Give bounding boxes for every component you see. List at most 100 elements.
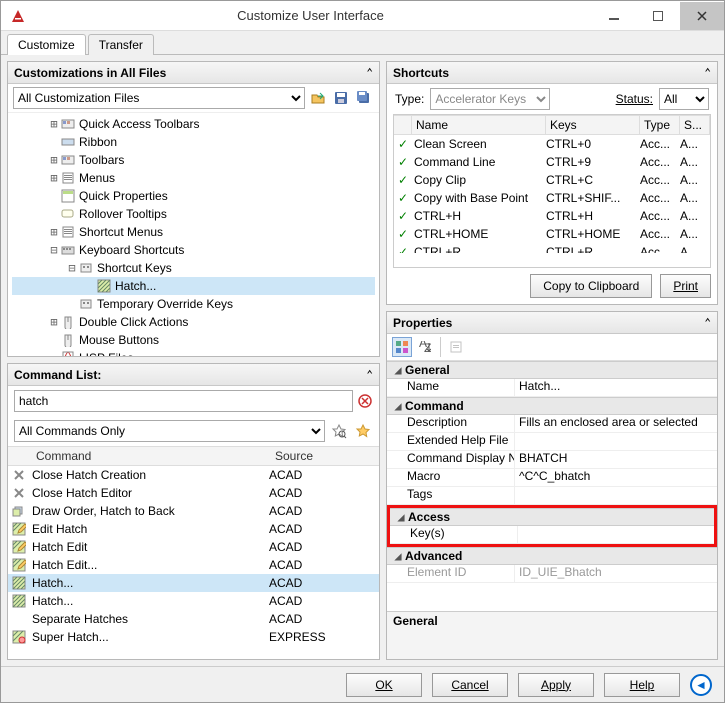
command-row[interactable]: Separate HatchesACAD: [8, 610, 379, 628]
collapse-icon[interactable]: ◢: [391, 549, 405, 563]
minimize-button[interactable]: [592, 2, 636, 30]
expand-icon[interactable]: ⊞: [48, 225, 60, 239]
expand-icon[interactable]: ⊞: [48, 117, 60, 131]
property-grid[interactable]: ◢GeneralNameHatch...◢CommandDescriptionF…: [387, 361, 717, 611]
collapse-icon[interactable]: ⌃: [366, 66, 373, 79]
tree-item[interactable]: ⊞Shortcut Menus: [12, 223, 375, 241]
header-source[interactable]: Source: [269, 449, 379, 463]
property-row[interactable]: NameHatch...: [387, 379, 717, 397]
property-value[interactable]: Hatch...: [515, 379, 717, 396]
status-combo[interactable]: All: [659, 88, 709, 110]
collapse-icon[interactable]: ◢: [394, 510, 408, 524]
tree-item[interactable]: Mouse Buttons: [12, 331, 375, 349]
collapse-icon[interactable]: ⌃: [704, 66, 711, 79]
property-row[interactable]: Extended Help File: [387, 433, 717, 451]
expand-icon[interactable]: ⊞: [48, 171, 60, 185]
context-help-icon[interactable]: ◄: [690, 674, 712, 696]
tree-item[interactable]: Hatch...: [12, 277, 375, 295]
expand-icon[interactable]: ⊟: [66, 261, 78, 275]
property-row[interactable]: Element IDID_UIE_Bhatch: [387, 565, 717, 583]
property-value[interactable]: [518, 526, 714, 543]
command-search-input[interactable]: [14, 390, 353, 412]
tree-item[interactable]: ⊞Menus: [12, 169, 375, 187]
command-row[interactable]: Hatch EditACAD: [8, 538, 379, 556]
header-type[interactable]: Type: [640, 116, 680, 134]
tree-item[interactable]: ⊞Quick Access Toolbars: [12, 115, 375, 133]
shortcut-row[interactable]: ✓Copy ClipCTRL+CAcc...A...: [394, 171, 710, 189]
command-row[interactable]: Super Hatch...EXPRESS: [8, 628, 379, 646]
shortcut-row[interactable]: ✓Copy with Base PointCTRL+SHIF...Acc...A…: [394, 189, 710, 207]
cancel-button[interactable]: Cancel: [432, 673, 508, 697]
apply-button[interactable]: Apply: [518, 673, 594, 697]
shortcuts-list[interactable]: ✓Clean ScreenCTRL+0Acc...A...✓Command Li…: [394, 135, 710, 253]
save-icon[interactable]: [331, 88, 351, 108]
property-row[interactable]: Tags: [387, 487, 717, 505]
collapse-icon[interactable]: ⌃: [366, 368, 373, 381]
tree-item[interactable]: ⊞Double Click Actions: [12, 313, 375, 331]
expand-icon[interactable]: ⊞: [48, 153, 60, 167]
expand-icon[interactable]: ⊞: [48, 315, 60, 329]
new-command-icon[interactable]: [353, 421, 373, 441]
header-keys[interactable]: Keys: [546, 116, 640, 134]
command-row[interactable]: Draw Order, Hatch to BackACAD: [8, 502, 379, 520]
save-all-icon[interactable]: [354, 88, 374, 108]
property-value[interactable]: ID_UIE_Bhatch: [515, 565, 717, 582]
property-category[interactable]: ◢Advanced: [387, 547, 717, 565]
command-row[interactable]: Hatch...ACAD: [8, 574, 379, 592]
property-category[interactable]: ◢Access: [390, 508, 714, 526]
tree-item[interactable]: ⊟Shortcut Keys: [12, 259, 375, 277]
tab-customize[interactable]: Customize: [7, 34, 86, 55]
shortcut-row[interactable]: ✓CTRL+HCTRL+HAcc...A...: [394, 207, 710, 225]
customization-files-combo[interactable]: All Customization Files: [13, 87, 305, 109]
close-button[interactable]: [680, 2, 724, 30]
header-command[interactable]: Command: [30, 449, 269, 463]
tree-item[interactable]: Rollover Tooltips: [12, 205, 375, 223]
command-row[interactable]: Close Hatch CreationACAD: [8, 466, 379, 484]
open-file-icon[interactable]: [308, 88, 328, 108]
tree-item[interactable]: Quick Properties: [12, 187, 375, 205]
property-value[interactable]: ^C^C_bhatch: [515, 469, 717, 486]
shortcut-row[interactable]: ✓CTRL+RCTRL+RAcc...A...: [394, 243, 710, 253]
command-row[interactable]: Hatch...ACAD: [8, 592, 379, 610]
header-name[interactable]: Name: [412, 116, 546, 134]
expand-icon[interactable]: ⊟: [48, 243, 60, 257]
tree-item[interactable]: ⊞Toolbars: [12, 151, 375, 169]
command-row[interactable]: Edit HatchACAD: [8, 520, 379, 538]
shortcut-row[interactable]: ✓CTRL+HOMECTRL+HOMEAcc...A...: [394, 225, 710, 243]
collapse-icon[interactable]: ⌃: [704, 316, 711, 329]
find-command-icon[interactable]: [329, 421, 349, 441]
tree-item[interactable]: ()LISP Files: [12, 349, 375, 356]
tree-item[interactable]: Ribbon: [12, 133, 375, 151]
header-source[interactable]: S...: [680, 116, 710, 134]
command-row[interactable]: Hatch Edit...ACAD: [8, 556, 379, 574]
property-category[interactable]: ◢Command: [387, 397, 717, 415]
command-list[interactable]: Close Hatch CreationACADClose Hatch Edit…: [8, 466, 379, 659]
property-value[interactable]: Fills an enclosed area or selected: [515, 415, 717, 432]
shortcut-row[interactable]: ✓Clean ScreenCTRL+0Acc...A...: [394, 135, 710, 153]
print-button[interactable]: Print: [660, 274, 711, 298]
property-value[interactable]: BHATCH: [515, 451, 717, 468]
property-row[interactable]: Command Display NameBHATCH: [387, 451, 717, 469]
tree-item[interactable]: ⊟Keyboard Shortcuts: [12, 241, 375, 259]
command-filter-combo[interactable]: All Commands Only: [14, 420, 325, 442]
clear-search-icon[interactable]: [357, 393, 373, 409]
command-row[interactable]: Close Hatch EditorACAD: [8, 484, 379, 502]
collapse-icon[interactable]: ◢: [391, 363, 405, 377]
tab-transfer[interactable]: Transfer: [88, 34, 154, 55]
shortcut-row[interactable]: ✓Command LineCTRL+9Acc...A...: [394, 153, 710, 171]
property-value[interactable]: [515, 487, 717, 504]
property-value[interactable]: [515, 433, 717, 450]
categorized-view-icon[interactable]: [392, 337, 412, 357]
maximize-button[interactable]: [636, 2, 680, 30]
ok-button[interactable]: OK: [346, 673, 422, 697]
collapse-icon[interactable]: ◢: [391, 399, 405, 413]
alphabetical-view-icon[interactable]: AZ: [415, 337, 435, 357]
tree-item[interactable]: Temporary Override Keys: [12, 295, 375, 313]
help-button[interactable]: Help: [604, 673, 680, 697]
copy-to-clipboard-button[interactable]: Copy to Clipboard: [530, 274, 652, 298]
customizations-tree[interactable]: ⊞Quick Access ToolbarsRibbon⊞Toolbars⊞Me…: [8, 113, 379, 356]
type-combo[interactable]: Accelerator Keys: [430, 88, 550, 110]
property-row[interactable]: Macro^C^C_bhatch: [387, 469, 717, 487]
property-category[interactable]: ◢General: [387, 361, 717, 379]
property-row[interactable]: Key(s): [390, 526, 714, 544]
